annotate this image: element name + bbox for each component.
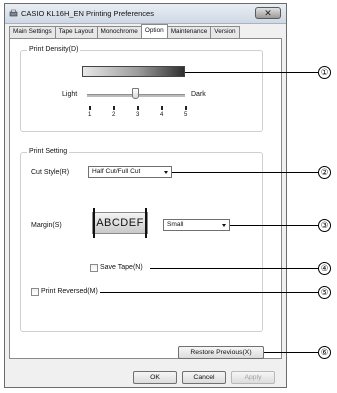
margin-preview-tape: ABCDEF — [92, 212, 148, 234]
printer-icon — [9, 9, 18, 17]
density-max-label: Dark — [191, 91, 206, 98]
print-reversed-checkbox[interactable] — [31, 288, 39, 296]
window-title: CASIO KL16H_EN Printing Preferences — [21, 9, 154, 18]
density-tick-label: 4 — [160, 112, 164, 118]
margin-right-marker — [145, 208, 147, 238]
tab-version[interactable]: Version — [210, 26, 240, 38]
callout-2: ② — [318, 166, 331, 179]
cut-style-value: Half Cut/Full Cut — [92, 168, 141, 175]
margin-dropdown[interactable]: Small — [163, 219, 230, 231]
print-setting-group-label: Print Setting — [27, 148, 70, 155]
density-gradient-bar — [82, 66, 185, 77]
print-density-group-label: Print Density(D) — [27, 46, 81, 53]
callout-1: ① — [318, 66, 331, 79]
restore-previous-button[interactable]: Restore Previous(X) — [178, 346, 264, 359]
density-min-label: Light — [62, 91, 78, 98]
print-setting-group: Print Setting — [20, 148, 263, 332]
cut-style-label: Cut Style(R) — [31, 169, 70, 176]
density-tick-label: 2 — [112, 112, 116, 118]
cancel-button[interactable]: Cancel — [182, 371, 226, 384]
callout-line-5 — [100, 292, 318, 293]
apply-button[interactable]: Apply — [231, 371, 275, 384]
callout-line-1 — [185, 72, 318, 73]
callout-4: ④ — [318, 262, 331, 275]
save-tape-label[interactable]: Save Tape(N) — [100, 264, 143, 271]
density-tick — [185, 106, 187, 110]
close-button[interactable]: ✕ — [255, 7, 281, 19]
callout-line-2 — [172, 172, 318, 173]
margin-preview: ABCDEF — [88, 208, 152, 238]
callout-line-4 — [150, 268, 318, 269]
tab-option[interactable]: Option — [140, 24, 168, 38]
density-tick — [89, 106, 91, 110]
chevron-down-icon — [164, 171, 168, 174]
print-density-group: Print Density(D) — [20, 46, 263, 132]
close-icon: ✕ — [264, 8, 272, 18]
callout-line-3 — [230, 225, 318, 226]
density-tick — [137, 106, 139, 110]
density-tick-label: 3 — [136, 112, 140, 118]
chevron-down-icon — [222, 224, 226, 227]
callout-3: ③ — [318, 219, 331, 232]
ok-button[interactable]: OK — [133, 371, 177, 384]
callout-6: ⑥ — [318, 346, 331, 359]
callout-5: ⑤ — [318, 286, 331, 299]
margin-value: Small — [167, 221, 184, 228]
title-bar: CASIO KL16H_EN Printing Preferences ✕ — [5, 4, 286, 24]
save-tape-checkbox[interactable] — [90, 264, 98, 272]
density-tick — [113, 106, 115, 110]
cut-style-dropdown[interactable]: Half Cut/Full Cut — [88, 166, 172, 178]
tab-main-settings[interactable]: Main Settings — [9, 26, 56, 38]
density-tick-label: 1 — [88, 112, 92, 118]
density-tick-label: 5 — [184, 112, 188, 118]
callout-line-6 — [264, 352, 318, 353]
print-reversed-label[interactable]: Print Reversed(M) — [41, 288, 98, 295]
tab-monochrome[interactable]: Monochrome — [96, 26, 142, 38]
density-tick — [161, 106, 163, 110]
density-slider-thumb[interactable] — [132, 88, 139, 99]
tab-maintenance[interactable]: Maintenance — [166, 26, 212, 38]
tab-tape-layout[interactable]: Tape Layout — [54, 26, 98, 38]
margin-label: Margin(S) — [31, 222, 62, 229]
margin-left-marker — [93, 208, 95, 238]
